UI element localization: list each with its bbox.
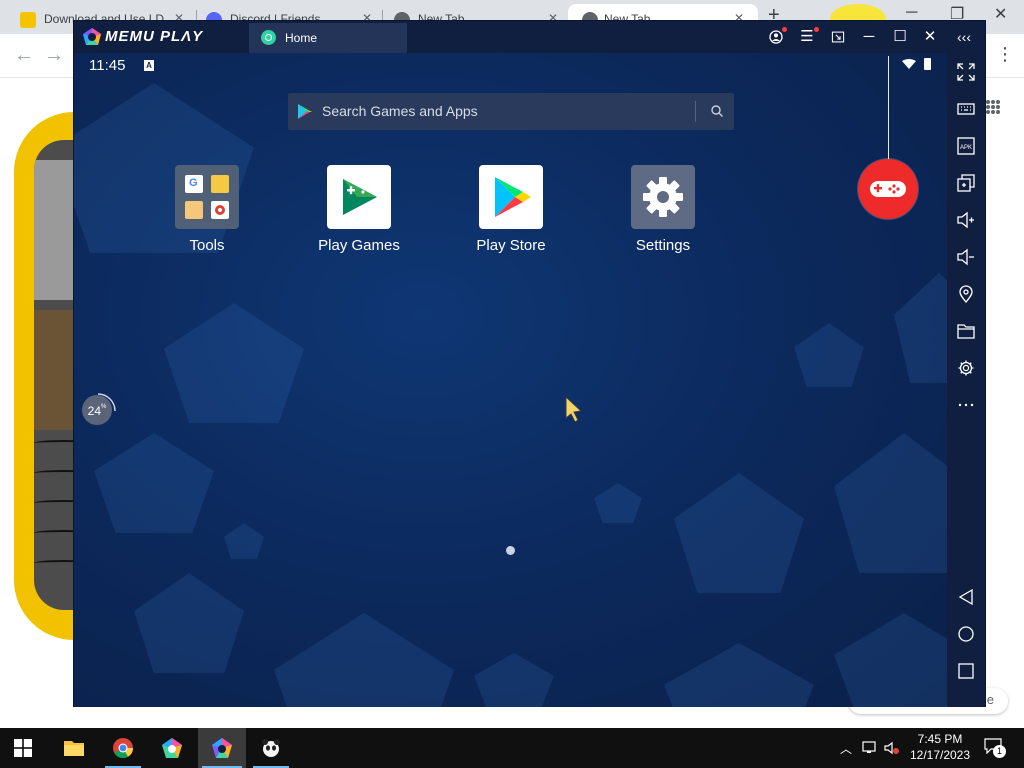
settings-gear-icon (631, 165, 695, 229)
gamepad-button[interactable] (858, 159, 918, 219)
status-bar-time: 11:45 (89, 57, 126, 74)
loading-indicator: 24% (79, 392, 117, 430)
home-icon[interactable] (957, 625, 975, 643)
windows-taskbar: ︿ 7:45 PM 12/17/2023 1 (0, 728, 1024, 768)
taskbar-file-explorer[interactable] (50, 728, 98, 768)
mouse-cursor-icon (565, 396, 583, 423)
close-window-icon[interactable]: ✕ (994, 4, 1007, 24)
memu-icon (212, 738, 232, 758)
ld-player-icon (20, 12, 36, 28)
recents-icon[interactable] (957, 662, 975, 680)
page-indicator-dot (506, 546, 515, 555)
memu-brand: MEMU PLΛY (105, 28, 204, 45)
collapse-sidebar-icon[interactable]: ‹‹‹ (954, 27, 974, 47)
memu-multi-icon (162, 738, 182, 758)
exit-fullscreen-icon[interactable] (828, 27, 848, 47)
app-settings[interactable]: Settings (608, 165, 718, 254)
play-store-small-icon (298, 104, 312, 119)
maximize-icon[interactable]: ☐ (890, 27, 910, 47)
folder-icon[interactable] (957, 322, 975, 340)
windows-logo-icon (14, 739, 32, 757)
keyboard-icon[interactable] (957, 100, 975, 118)
taskbar-memu[interactable] (198, 728, 246, 768)
memu-title-bar: MEMU PLΛY Home ☰ ─ ☐ ✕ ‹‹‹ (74, 21, 985, 53)
tools-folder-icon: G (175, 165, 239, 229)
wifi-icon (902, 59, 916, 69)
app-tools[interactable]: G Tools (152, 165, 262, 254)
loading-percent: 24 (87, 404, 101, 418)
account-badge (782, 27, 787, 32)
memu-window: MEMU PLΛY Home ☰ ─ ☐ ✕ ‹‹‹ 11:45 A Searc… (73, 20, 986, 707)
chrome-icon (113, 738, 134, 759)
home-tab[interactable]: Home (249, 23, 407, 53)
tool-sidebar: APK (947, 53, 985, 707)
app-play-games[interactable]: Play Games (304, 165, 414, 254)
more-icon[interactable] (957, 396, 975, 414)
speaker-muted-icon[interactable] (884, 741, 900, 755)
minimize-icon[interactable]: ─ (859, 27, 879, 47)
location-icon[interactable] (957, 285, 975, 304)
browser-menu-icon[interactable]: ⋮ (996, 44, 1014, 65)
search-icon[interactable] (710, 104, 724, 118)
android-home-screen: 11:45 A G Tools (74, 53, 947, 707)
app-label: Settings (635, 237, 691, 254)
volume-up-icon[interactable] (957, 211, 975, 229)
settings-icon[interactable] (957, 359, 975, 377)
taskbar-chrome[interactable] (99, 728, 147, 768)
start-button[interactable] (0, 728, 48, 768)
gamepad-tether (888, 56, 889, 166)
fullscreen-icon[interactable] (957, 63, 975, 81)
panda-app-icon (262, 739, 280, 757)
volume-down-icon[interactable] (957, 248, 975, 266)
search-input[interactable] (322, 101, 682, 121)
taskbar-memu-multi[interactable] (148, 728, 196, 768)
memu-logo-icon (83, 28, 101, 45)
app-play-store[interactable]: Play Store (456, 165, 566, 254)
clock-date: 12/17/2023 (909, 748, 971, 762)
app-label: Tools (189, 237, 225, 254)
home-tab-label: Home (285, 31, 318, 45)
notification-count: 1 (993, 745, 1006, 758)
play-games-icon (327, 165, 391, 229)
notification-badge: A (144, 60, 154, 71)
taskbar-clock[interactable]: 7:45 PM 12/17/2023 (900, 731, 980, 763)
search-bar[interactable] (288, 93, 734, 130)
menu-badge (814, 27, 819, 32)
file-explorer-icon (64, 741, 84, 756)
gamepad-icon (870, 181, 906, 197)
taskbar-panda-app[interactable] (247, 728, 295, 768)
search-divider (695, 101, 696, 122)
apk-install-icon[interactable]: APK (957, 137, 975, 155)
back-icon[interactable] (957, 588, 975, 606)
forward-arrow-icon[interactable]: → (44, 44, 64, 67)
app-label: Play Store (476, 237, 546, 254)
show-hidden-icons[interactable]: ︿ (840, 740, 852, 757)
play-store-icon (479, 165, 543, 229)
apps-grid-icon[interactable] (986, 100, 1000, 114)
battery-icon (924, 58, 931, 70)
multi-instance-icon[interactable] (957, 174, 975, 192)
app-label: Play Games (318, 237, 400, 254)
notification-center-button[interactable]: 1 (984, 738, 1008, 758)
home-tab-icon (261, 30, 276, 45)
clock-time: 7:45 PM (917, 732, 963, 746)
network-icon[interactable] (862, 741, 878, 755)
svg-text:APK: APK (960, 145, 972, 151)
back-arrow-icon[interactable]: ← (14, 44, 34, 67)
close-icon[interactable]: ✕ (920, 27, 940, 47)
